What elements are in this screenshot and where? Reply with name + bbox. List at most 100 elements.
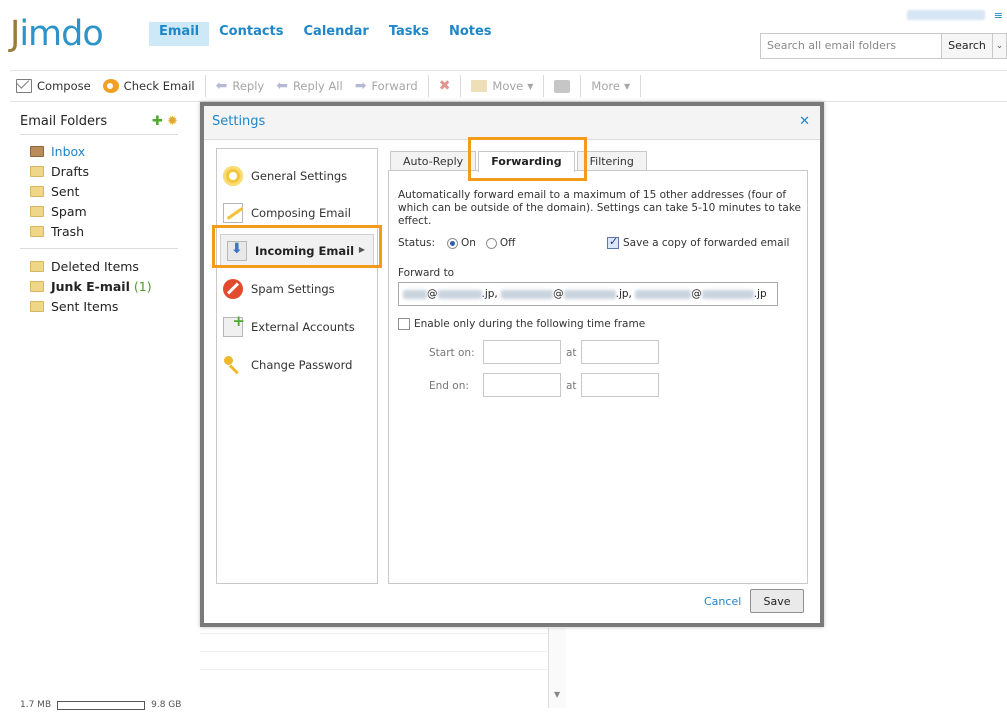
save-copy-checkbox[interactable] (607, 235, 619, 249)
forward-to-input[interactable]: @ .jp, @ .jp, @ .jp (398, 282, 778, 306)
settings-nav-label: Change Password (251, 358, 353, 372)
at-sign: @ (691, 288, 702, 300)
compose-button[interactable]: Compose (10, 74, 97, 98)
start-on-label: Start on: (429, 347, 475, 359)
close-icon[interactable]: ✕ (799, 114, 810, 129)
print-button[interactable] (548, 74, 576, 98)
delete-x-icon: ✖ (438, 78, 451, 94)
forward-button[interactable]: ➡ Forward (349, 74, 424, 98)
top-navigation: Email Contacts Calendar Tasks Notes (149, 22, 502, 46)
list-row-divider (200, 669, 550, 670)
settings-nav-composing[interactable]: Composing Email (217, 196, 377, 230)
secondary-folder-list: Deleted Items Junk E-mail (1) Sent Items (30, 256, 152, 316)
settings-nav-spam[interactable]: Spam Settings (217, 272, 377, 306)
folder-label: Trash (51, 223, 85, 239)
settings-nav-external[interactable]: External Accounts (217, 310, 377, 344)
time-frame-checkbox[interactable] (398, 318, 410, 330)
toolbar-divider (543, 75, 545, 97)
settings-nav-general[interactable]: General Settings (217, 159, 377, 193)
folder-settings-gear-icon[interactable]: ✹ (167, 114, 178, 129)
move-button[interactable]: Move ▼ (465, 74, 539, 98)
forwarding-description: Automatically forward email to a maximum… (398, 189, 802, 227)
folder-actions: ✚ ✹ (152, 114, 178, 129)
list-row-divider (200, 651, 550, 652)
save-button[interactable]: Save (750, 589, 804, 613)
folder-deleted-items[interactable]: Deleted Items (30, 256, 152, 276)
forward-to-label: Forward to (398, 267, 455, 279)
quota-used: 1.7 MB (20, 700, 52, 710)
start-time-input[interactable] (581, 340, 659, 364)
check-email-label: Check Email (123, 79, 195, 93)
folder-icon (30, 165, 44, 177)
reply-all-button[interactable]: ⬅ Reply All (270, 74, 349, 98)
folder-label: Spam (51, 203, 87, 219)
end-date-input[interactable] (483, 373, 561, 397)
start-at-label: at (566, 347, 577, 359)
folder-trash[interactable]: Trash (30, 221, 89, 241)
search-options-chevron-icon[interactable]: ⌄ (993, 33, 1007, 59)
email-folders-heading: Email Folders (20, 114, 108, 129)
scroll-down-icon[interactable]: ▼ (554, 690, 560, 699)
delete-button[interactable]: ✖ (433, 74, 457, 98)
nav-notes[interactable]: Notes (439, 22, 502, 46)
user-account-link[interactable] (907, 10, 985, 20)
status-label: Status: (398, 237, 435, 249)
more-button[interactable]: More ▼ (585, 74, 636, 98)
list-row-divider (200, 633, 550, 634)
folder-icon (471, 80, 488, 92)
tab-auto-reply[interactable]: Auto-Reply (390, 151, 477, 171)
add-account-icon (223, 312, 245, 337)
folder-junk-email[interactable]: Junk E-mail (1) (30, 276, 152, 296)
check-email-button[interactable]: Check Email (97, 74, 201, 98)
toolbar-divider (460, 75, 462, 97)
folder-label: Sent (51, 183, 80, 199)
search-button[interactable]: Search (941, 33, 993, 59)
save-copy-option: Save a copy of forwarded email (607, 235, 789, 249)
logo-initial: J (10, 14, 20, 54)
chevron-down-icon: ▼ (527, 81, 534, 91)
redacted-text (403, 289, 427, 299)
end-at-label: at (566, 380, 577, 392)
quota-total: 9.8 GB (151, 700, 182, 710)
tab-filtering[interactable]: Filtering (576, 151, 647, 171)
settings-nav-incoming[interactable]: Incoming Email ▶ (220, 234, 374, 268)
folder-spam[interactable]: Spam (30, 201, 89, 221)
status-on-radio[interactable] (447, 237, 458, 249)
toolbar-divider (204, 75, 206, 97)
settings-nav-label: Incoming Email (255, 244, 355, 258)
folder-sent[interactable]: Sent (30, 181, 89, 201)
folder-inbox[interactable]: Inbox (30, 141, 89, 161)
start-date-input[interactable] (483, 340, 561, 364)
dialog-header: Settings ✕ (204, 106, 820, 140)
cancel-button[interactable]: Cancel (704, 595, 741, 608)
logo-rest: imdo (19, 14, 103, 54)
nav-calendar[interactable]: Calendar (294, 22, 379, 46)
envelope-icon (16, 79, 32, 93)
add-folder-plus-icon[interactable]: ✚ (152, 114, 163, 129)
gear-icon (223, 166, 243, 186)
nav-contacts[interactable]: Contacts (209, 22, 293, 46)
forwarding-status: Status: On Off (398, 237, 515, 249)
jimdo-logo[interactable]: Jimdo (10, 14, 104, 54)
settings-dialog: Settings ✕ General Settings Composing Em… (200, 102, 824, 627)
reply-all-arrow-icon: ⬅ (276, 78, 288, 94)
nav-tasks[interactable]: Tasks (379, 22, 439, 46)
compose-label: Compose (37, 79, 91, 93)
redacted-text (635, 289, 692, 299)
nav-email[interactable]: Email (149, 22, 210, 46)
folder-sent-items[interactable]: Sent Items (30, 296, 152, 316)
toolbar-divider (640, 75, 642, 97)
end-time-input[interactable] (581, 373, 659, 397)
no-entry-icon (223, 279, 243, 299)
redacted-text (437, 289, 482, 299)
reply-button[interactable]: ⬅ Reply (210, 74, 271, 98)
redacted-text (563, 289, 616, 299)
search-input[interactable]: Search all email folders (760, 33, 942, 59)
inbox-icon (30, 145, 44, 157)
settings-nav-password[interactable]: Change Password (217, 348, 377, 382)
unread-count: (1) (133, 278, 152, 294)
menu-icon[interactable]: ≡ (994, 9, 1003, 22)
folder-drafts[interactable]: Drafts (30, 161, 89, 181)
tab-forwarding[interactable]: Forwarding (478, 151, 575, 172)
status-off-radio[interactable] (485, 237, 497, 249)
